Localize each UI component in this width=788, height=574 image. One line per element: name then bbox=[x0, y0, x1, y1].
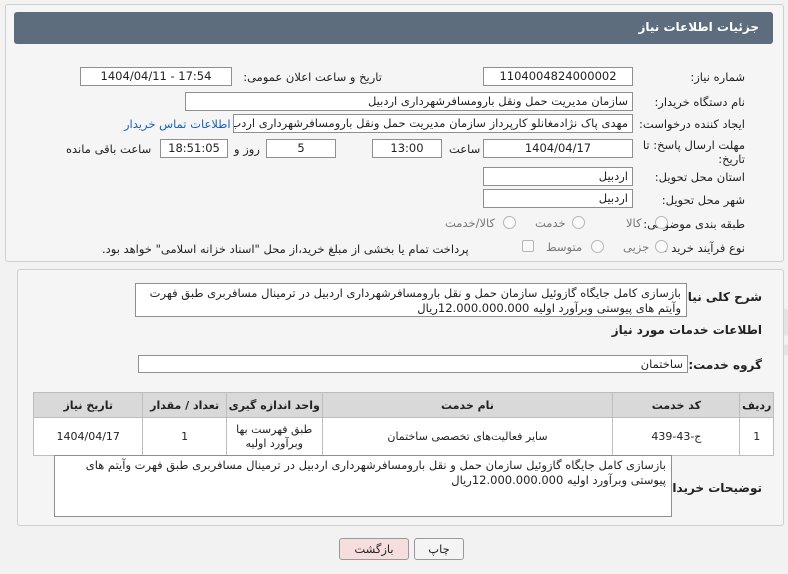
cell-code: ج-43-439 bbox=[612, 417, 741, 456]
announce-datetime-label: تاریخ و ساعت اعلان عمومی: bbox=[243, 70, 382, 84]
col-unit: واحد اندازه گیری bbox=[225, 392, 323, 418]
treasury-payment-checkbox[interactable] bbox=[522, 240, 534, 252]
summary-label: شرح کلی نیاز: bbox=[676, 290, 762, 304]
col-row: ردیف bbox=[739, 392, 774, 418]
table-header-row: ردیف کد خدمت نام خدمت واحد اندازه گیری ت… bbox=[32, 392, 774, 418]
buyer-contact-link[interactable]: اطلاعات تماس خریدار bbox=[124, 117, 231, 131]
remaining-time-field: 18:51:05 bbox=[160, 139, 228, 158]
need-number-field: 1104004824000002 bbox=[483, 67, 633, 86]
process-medium-label: متوسط bbox=[546, 240, 583, 254]
col-code: کد خدمت bbox=[612, 392, 741, 418]
deadline-time-field: 13:00 bbox=[372, 139, 442, 158]
category-radio-service[interactable] bbox=[572, 216, 585, 229]
col-name: نام خدمت bbox=[321, 392, 614, 418]
province-field: اردبیل bbox=[483, 167, 633, 186]
header-bar: جزئیات اطلاعات نیاز bbox=[14, 12, 773, 44]
cell-name: سایر فعالیت‌های تخصصی ساختمان bbox=[321, 417, 614, 456]
remaining-days-label: روز و bbox=[234, 142, 260, 156]
cell-unit: طبق فهرست بها وبرآورد اولیه bbox=[225, 417, 323, 456]
remaining-time-label: ساعت باقی مانده bbox=[66, 142, 152, 156]
deadline-label: مهلت ارسال پاسخ: تا bbox=[642, 138, 745, 152]
announce-datetime-field: 1404/04/11 - 17:54 bbox=[80, 67, 232, 86]
back-button[interactable]: بازگشت bbox=[339, 538, 409, 560]
category-service-label: خدمت bbox=[535, 216, 566, 230]
process-minor-label: جزیی bbox=[623, 240, 650, 254]
province-label: استان محل تحویل: bbox=[654, 170, 745, 184]
deadline-time-label: ساعت bbox=[449, 142, 481, 156]
buyer-notes-text: بازسازی کامل جایگاه گازوئیل سازمان حمل و… bbox=[54, 455, 672, 517]
buyer-org-label: نام دستگاه خریدار: bbox=[654, 95, 745, 109]
remaining-days-field: 5 bbox=[266, 139, 336, 158]
category-goods-service-label: کالا/خدمت bbox=[445, 216, 496, 230]
buyer-notes-label: توضیحات خریدار: bbox=[660, 481, 762, 495]
service-group-label: گروه خدمت: bbox=[688, 358, 762, 372]
print-button[interactable]: چاپ bbox=[414, 538, 464, 560]
cell-date: 1404/04/17 bbox=[32, 417, 144, 456]
buyer-org-field: سازمان مدیریت حمل ونقل بارومسافرشهرداری … bbox=[185, 92, 633, 111]
process-radio-minor[interactable] bbox=[655, 240, 668, 253]
services-table: ردیف کد خدمت نام خدمت واحد اندازه گیری ت… bbox=[32, 392, 774, 456]
requester-label: ایجاد کننده درخواست: bbox=[639, 117, 745, 131]
col-date: تاریخ نیاز bbox=[32, 392, 144, 418]
category-goods-label: کالا bbox=[626, 216, 642, 230]
requester-field: مهدی پاک نژادمغانلو کارپرداز سازمان مدیر… bbox=[233, 114, 633, 133]
cell-qty: 1 bbox=[142, 417, 227, 456]
deadline-date-field: 1404/04/17 bbox=[483, 139, 633, 158]
need-number-label: شماره نیاز: bbox=[690, 70, 745, 84]
process-radio-medium[interactable] bbox=[591, 240, 604, 253]
city-label: شهر محل تحویل: bbox=[661, 193, 745, 207]
deadline-label-date: تاریخ: bbox=[718, 152, 745, 166]
table-row: 1 ج-43-439 سایر فعالیت‌های تخصصی ساختمان… bbox=[32, 417, 774, 456]
city-field: اردبیل bbox=[483, 189, 633, 208]
category-radio-goods-service[interactable] bbox=[503, 216, 516, 229]
treasury-payment-note: پرداخت تمام یا بخشی از مبلغ خرید،از محل … bbox=[102, 242, 469, 256]
summary-text: بازسازی کامل جایگاه گازوئیل سازمان حمل و… bbox=[135, 283, 687, 317]
process-type-label: نوع فرآیند خرید : bbox=[663, 241, 745, 255]
cell-row: 1 bbox=[739, 417, 774, 456]
service-group-field: ساختمان bbox=[138, 355, 688, 373]
services-section-title: اطلاعات خدمات مورد نیاز bbox=[611, 323, 762, 337]
col-qty: تعداد / مقدار bbox=[142, 392, 227, 418]
page-title: جزئیات اطلاعات نیاز bbox=[638, 20, 759, 34]
category-radio-goods[interactable] bbox=[655, 216, 668, 229]
